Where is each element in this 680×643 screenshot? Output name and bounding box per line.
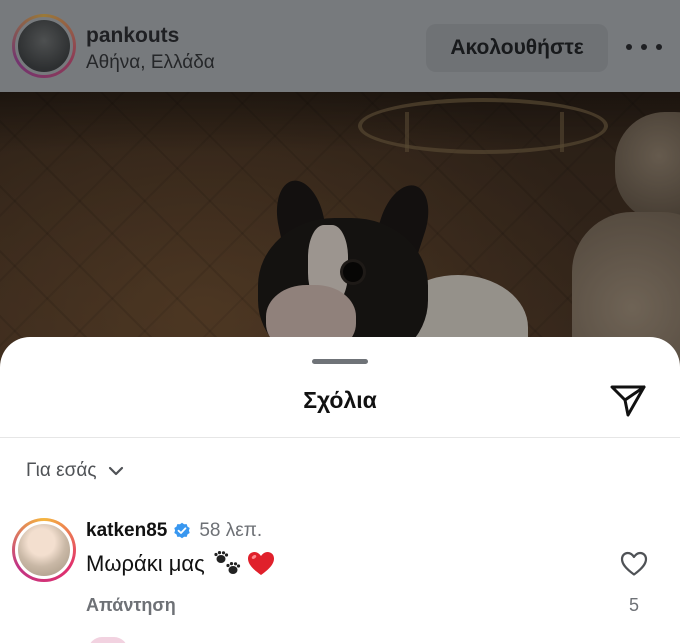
comment-time: 58 λεπ. <box>199 520 263 541</box>
sheet-title: Σχόλια <box>303 387 377 413</box>
verified-badge-icon <box>174 522 191 539</box>
paw-prints-icon <box>214 551 240 574</box>
chevron-down-icon <box>109 466 124 476</box>
comment-item: katken85 58 λεπ. Μωράκι μας Απάντηση 5 <box>0 515 680 625</box>
reply-button[interactable]: Απάντηση <box>86 595 176 616</box>
comments-sheet: Σχόλια Για εσάς katken85 58 λεπ. Μωράκι … <box>0 337 680 643</box>
comment-body: Μωράκι μας <box>86 551 205 576</box>
commenter-username[interactable]: katken85 <box>86 520 167 542</box>
sort-dropdown[interactable]: Για εσάς <box>26 457 126 485</box>
like-count: 5 <box>628 595 639 615</box>
next-comment-avatar[interactable] <box>88 637 128 643</box>
heart-outline-icon[interactable] <box>620 551 648 577</box>
comment-meta: katken85 58 λεπ. <box>86 520 262 542</box>
sheet-drag-handle[interactable] <box>312 359 368 364</box>
comment-text: Μωράκι μας <box>86 551 275 577</box>
commenter-avatar[interactable] <box>12 518 76 582</box>
comment-emojis <box>213 551 275 577</box>
sort-label: Για εσάς <box>26 460 97 481</box>
red-heart-icon <box>247 552 274 575</box>
divider <box>0 437 680 438</box>
send-icon[interactable] <box>608 381 648 419</box>
